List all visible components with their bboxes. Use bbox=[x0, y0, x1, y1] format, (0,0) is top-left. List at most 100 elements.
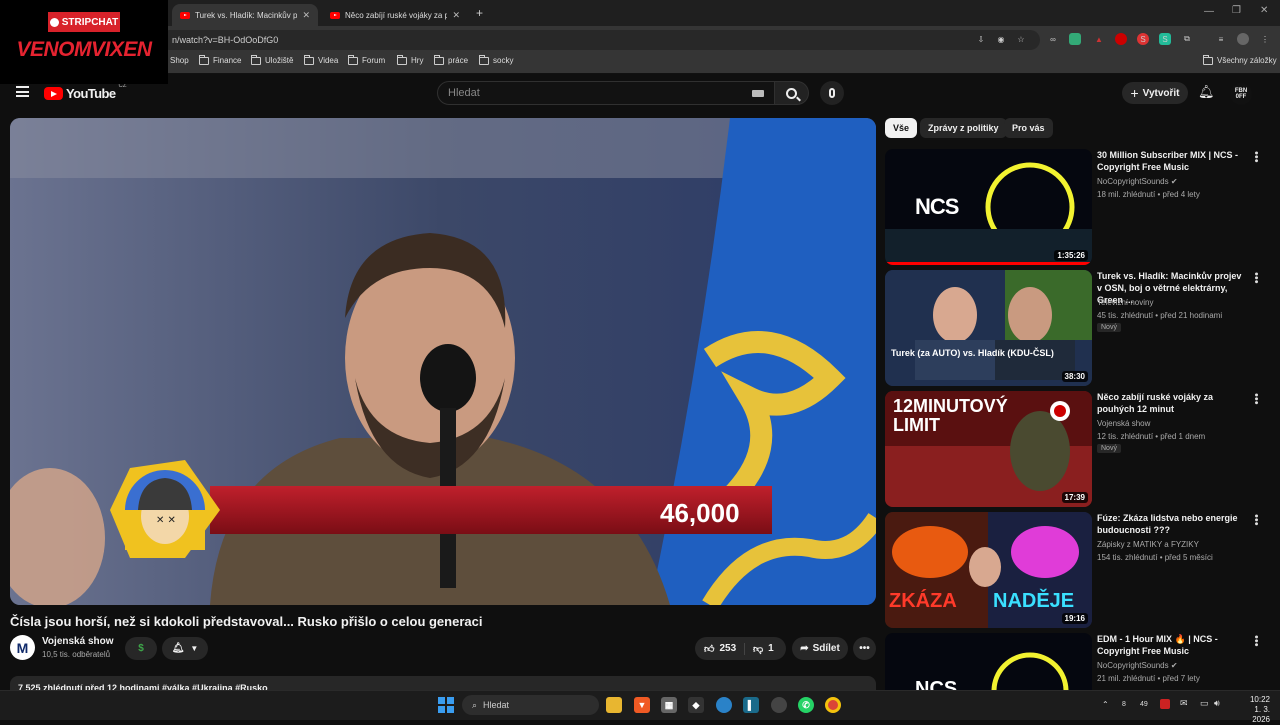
stripchat-label: STRIPCHAT bbox=[61, 16, 119, 28]
brave-browser-icon[interactable]: ▼ bbox=[634, 697, 650, 713]
channel-name[interactable]: Televizní noviny bbox=[1097, 298, 1247, 307]
eye-off-icon[interactable]: ◉ bbox=[995, 33, 1007, 45]
taskbar-search[interactable]: ⌕ Hledat bbox=[462, 695, 599, 715]
channel-name[interactable]: Vojenská show bbox=[1097, 419, 1247, 428]
extension-s-icon[interactable]: S bbox=[1137, 33, 1149, 45]
tab-1[interactable]: Turek vs. Hladík: Macinkův proj ✕ bbox=[172, 4, 318, 26]
chevron-up-icon[interactable]: ⌃ bbox=[1102, 700, 1109, 709]
whatsapp-icon[interactable]: ✆ bbox=[798, 697, 814, 713]
minimize-button[interactable]: — bbox=[1204, 6, 1214, 17]
search-icon bbox=[786, 87, 801, 101]
address-bar[interactable]: n/watch?v=BH-OdOoDfG0 bbox=[160, 30, 1040, 50]
like-button[interactable]: 👍︎ 253 bbox=[695, 642, 745, 655]
notifications-bell-icon[interactable]: 🔔︎ bbox=[1198, 84, 1215, 100]
video-thumbnail[interactable]: Turek (za AUTO) vs. Hladík (KDU-ČSL) 38:… bbox=[885, 270, 1092, 386]
extension-red-icon[interactable] bbox=[1115, 33, 1127, 45]
search-input[interactable]: Hledat bbox=[437, 81, 775, 105]
more-options-icon[interactable]: ••• bbox=[1250, 272, 1262, 284]
video-thumbnail[interactable]: NCS 1:35:26 bbox=[885, 149, 1092, 265]
channel-name[interactable]: NoCopyrightSounds ✔ bbox=[1097, 661, 1247, 670]
bookmark-forum[interactable]: Forum bbox=[348, 54, 385, 65]
close-window-button[interactable]: ✕ bbox=[1260, 5, 1268, 16]
more-options-icon[interactable]: ••• bbox=[1250, 514, 1262, 526]
network-icon[interactable]: ▭ bbox=[1200, 698, 1209, 709]
tray-count[interactable]: 8 bbox=[1122, 701, 1126, 708]
voice-search-button[interactable] bbox=[820, 81, 844, 105]
bookmark-uloziste[interactable]: Uložiště bbox=[251, 54, 293, 65]
install-app-icon[interactable]: ⇩ bbox=[975, 33, 987, 45]
bookmark-star-icon[interactable]: ☆ bbox=[1015, 33, 1027, 45]
video-title[interactable]: 30 Million Subscriber MIX | NCS - Copyri… bbox=[1097, 149, 1247, 173]
video-thumbnail[interactable]: 12MINUTOVÝ LIMIT 17:39 bbox=[885, 391, 1092, 507]
close-tab-icon[interactable]: ✕ bbox=[302, 10, 310, 21]
app-panel-icon[interactable]: ▌ bbox=[743, 697, 759, 713]
calculator-icon[interactable]: ▦ bbox=[661, 697, 677, 713]
video-title[interactable]: EDM - 1 Hour MIX 🔥 | NCS - Copyright Fre… bbox=[1097, 633, 1247, 657]
more-actions-button[interactable]: ••• bbox=[853, 637, 876, 660]
recommendation-item[interactable]: ZKÁZA NADĚJE 19:16 Fúze: Zkáza lidstva n… bbox=[885, 512, 1270, 630]
chip-for-you[interactable]: Pro vás bbox=[1004, 118, 1053, 138]
new-tab-button[interactable]: + bbox=[476, 6, 483, 20]
extension-glasses-icon[interactable]: ∞ bbox=[1047, 33, 1059, 45]
maximize-button[interactable]: ❐ bbox=[1232, 5, 1241, 16]
channel-avatar[interactable]: M bbox=[10, 635, 35, 660]
channel-name[interactable]: Vojenská show bbox=[42, 636, 114, 647]
all-bookmarks[interactable]: Všechny záložky bbox=[1203, 54, 1277, 65]
youtube-logo[interactable]: YouTube CZ bbox=[44, 83, 126, 101]
app-circle-icon[interactable] bbox=[771, 697, 787, 713]
tray-count[interactable]: 49 bbox=[1140, 701, 1148, 708]
chip-all[interactable]: Vše bbox=[885, 118, 918, 138]
keyboard-icon[interactable] bbox=[752, 90, 764, 97]
video-title[interactable]: Fúze: Zkáza lidstva nebo energie budoucn… bbox=[1097, 512, 1247, 536]
chrome-icon[interactable] bbox=[825, 697, 841, 713]
verified-icon: ✔ bbox=[1170, 177, 1178, 186]
more-options-icon[interactable]: ••• bbox=[1250, 635, 1262, 647]
bookmark-shop[interactable]: Shop bbox=[170, 56, 189, 65]
extension-green-icon[interactable] bbox=[1069, 33, 1081, 45]
clock[interactable]: 10:22 1. 3. 2026 bbox=[1236, 695, 1270, 725]
recommendation-item[interactable]: NCS 1:35:26 30 Million Subscriber MIX | … bbox=[885, 149, 1270, 267]
more-options-icon[interactable]: ••• bbox=[1250, 393, 1262, 405]
bookmark-videa[interactable]: Videa bbox=[304, 54, 338, 65]
windows-start-icon[interactable] bbox=[438, 697, 454, 713]
channel-name[interactable]: NoCopyrightSounds ✔ bbox=[1097, 177, 1247, 186]
tray-app-icon[interactable]: ✉ bbox=[1180, 698, 1188, 709]
close-tab-icon[interactable]: ✕ bbox=[452, 10, 460, 21]
video-player[interactable]: ✕ ✕ 46,000 bbox=[10, 118, 876, 605]
extensions-puzzle-icon[interactable]: ⧉ bbox=[1181, 33, 1193, 45]
share-button[interactable]: ➦ Sdílet bbox=[792, 637, 848, 660]
video-thumbnail[interactable]: ZKÁZA NADĚJE 19:16 bbox=[885, 512, 1092, 628]
bookmark-prace[interactable]: práce bbox=[434, 54, 468, 65]
volume-icon[interactable]: 🔊︎ bbox=[1214, 698, 1220, 709]
extension-s-green-icon[interactable]: S bbox=[1159, 33, 1171, 45]
more-options-icon[interactable]: ••• bbox=[1250, 151, 1262, 163]
extension-bat-icon[interactable]: ▲ bbox=[1093, 33, 1105, 45]
app-icon[interactable]: ◆ bbox=[688, 697, 704, 713]
bookmark-socky[interactable]: socky bbox=[479, 54, 513, 65]
chip-politics[interactable]: Zprávy z politiky bbox=[920, 118, 1007, 138]
profile-avatar[interactable] bbox=[1237, 33, 1249, 45]
hamburger-menu-icon[interactable] bbox=[16, 86, 29, 97]
channel-name[interactable]: Zápisky z MATIKY a FYZIKY bbox=[1097, 540, 1247, 549]
join-dollar-button[interactable]: $ bbox=[125, 637, 157, 660]
recommendation-item[interactable]: NCS EDM - 1 Hour MIX 🔥 | NCS - Copyright… bbox=[885, 633, 1270, 690]
subscribed-notifications-button[interactable]: 🔔︎ ▼ bbox=[162, 637, 208, 660]
recommendation-item[interactable]: Turek (za AUTO) vs. Hladík (KDU-ČSL) 38:… bbox=[885, 270, 1270, 388]
recommendation-item[interactable]: 12MINUTOVÝ LIMIT 17:39 Něco zabíjí ruské… bbox=[885, 391, 1270, 509]
channel-avatar[interactable]: FBN 0FF bbox=[1230, 83, 1252, 105]
browser-menu-icon[interactable]: ⋮ bbox=[1259, 33, 1271, 45]
video-thumbnail[interactable]: NCS bbox=[885, 633, 1092, 690]
dislike-button[interactable]: 👎︎ 1 bbox=[745, 643, 774, 655]
tab-2[interactable]: Něco zabíjí ruské vojáky za pou ✕ bbox=[322, 4, 468, 26]
search-button[interactable] bbox=[775, 81, 809, 105]
bookmark-hry[interactable]: Hry bbox=[397, 54, 423, 65]
bookmark-finance[interactable]: Finance bbox=[199, 54, 241, 65]
video-title[interactable]: Něco zabíjí ruské vojáky za pouhých 12 m… bbox=[1097, 391, 1247, 415]
tab-search-icon[interactable]: ≡ bbox=[1215, 33, 1227, 45]
edge-icon[interactable] bbox=[716, 697, 732, 713]
create-button[interactable]: + Vytvořit bbox=[1122, 82, 1188, 104]
tray-app-icon[interactable] bbox=[1160, 699, 1170, 709]
video-meta: 154 tis. zhlédnutí • před 5 měsíci bbox=[1097, 553, 1213, 562]
file-explorer-icon[interactable] bbox=[606, 697, 622, 713]
thumbnail-text: NADĚJE bbox=[993, 590, 1075, 612]
